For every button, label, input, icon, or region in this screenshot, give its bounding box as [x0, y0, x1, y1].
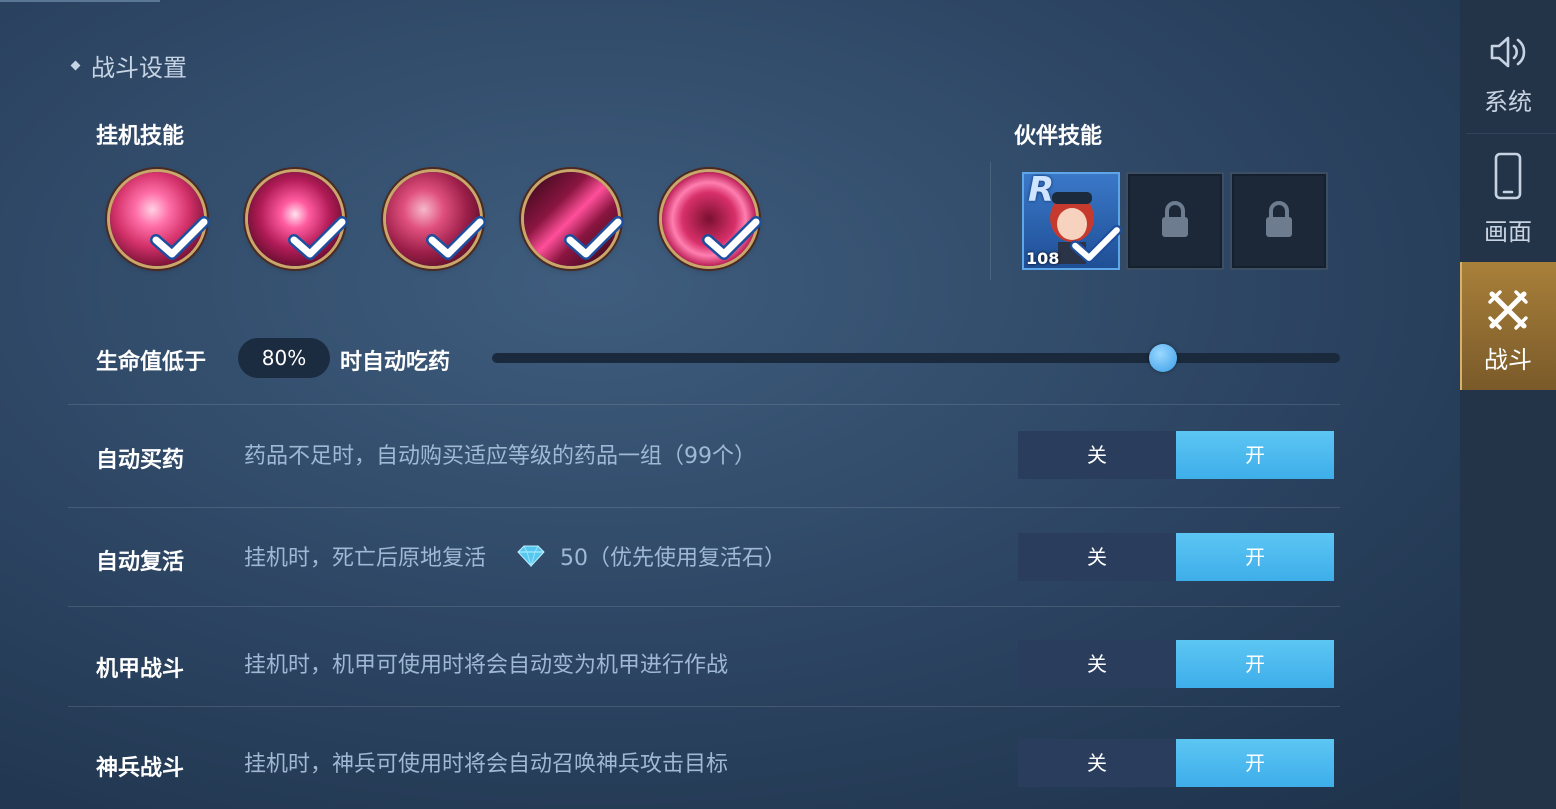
hp-threshold-slider-track[interactable] — [492, 353, 1340, 363]
divine-weapon-battle-desc: 挂机时，神兵可使用时将会自动召唤神兵攻击目标 — [244, 746, 728, 778]
top-accent-line — [0, 0, 160, 2]
check-icon — [564, 216, 624, 260]
section-title-text: 战斗设置 — [91, 54, 187, 82]
toggle-on-button[interactable]: 开 — [1176, 431, 1334, 479]
divine-weapon-battle-desc-text: 挂机时，神兵可使用时将会自动召唤神兵攻击目标 — [244, 752, 729, 777]
check-icon — [426, 216, 486, 260]
row-divider — [68, 404, 1340, 405]
partner-slot-2-locked[interactable] — [1126, 172, 1224, 270]
battle-settings-panel: 战斗设置 挂机技能 伙伴技能 R 108 生命值低于 80% 时自动吃药 自动买… — [0, 0, 1460, 809]
toggle-off-button[interactable]: 关 — [1018, 533, 1176, 581]
toggle-off-button[interactable]: 关 — [1018, 640, 1176, 688]
row-divider — [68, 706, 1340, 707]
hp-threshold-value: 80% — [238, 338, 330, 378]
tab-battle-label: 战斗 — [1484, 346, 1532, 374]
phone-icon — [1494, 152, 1522, 200]
tab-display-label: 画面 — [1484, 218, 1532, 246]
auto-buy-potion-label: 自动买药 — [96, 448, 185, 473]
speaker-icon — [1490, 36, 1526, 68]
revive-cost-text: 50（优先使用复活石） — [560, 546, 787, 571]
settings-sidebar: 系统 画面 战斗 — [1460, 0, 1556, 809]
toggle-on-button[interactable]: 开 — [1176, 640, 1334, 688]
idle-skill-1[interactable] — [110, 172, 210, 266]
partner-level: 108 — [1026, 249, 1060, 268]
hp-threshold-suffix: 时自动吃药 — [340, 350, 451, 375]
tab-battle[interactable]: 战斗 — [1460, 262, 1556, 390]
toggle-off-button[interactable]: 关 — [1018, 431, 1176, 479]
mecha-battle-label: 机甲战斗 — [96, 657, 185, 682]
toggle-off-button[interactable]: 关 — [1018, 739, 1176, 787]
idle-skill-5[interactable] — [662, 172, 762, 266]
auto-buy-potion-desc: 药品不足时，自动购买适应等级的药品一组（99个） — [244, 438, 756, 470]
partner-slot-1[interactable]: R 108 — [1022, 170, 1122, 270]
partner-skills-label: 伙伴技能 — [1014, 124, 1103, 149]
skills-divider — [990, 162, 991, 280]
toggle-on-button[interactable]: 开 — [1176, 533, 1334, 581]
check-icon — [1070, 224, 1122, 264]
auto-revive-toggle[interactable]: 关 开 — [1018, 533, 1334, 581]
auto-buy-potion-desc-text: 药品不足时，自动购买适应等级的药品一组（99个） — [244, 444, 756, 469]
diamond-bullet-icon — [70, 60, 81, 71]
idle-skill-3[interactable] — [386, 172, 486, 266]
diamond-gem-icon — [517, 545, 545, 567]
hp-threshold-slider-thumb[interactable] — [1149, 344, 1177, 372]
mecha-battle-toggle[interactable]: 关 开 — [1018, 640, 1334, 688]
auto-revive-label: 自动复活 — [96, 550, 185, 575]
check-icon — [702, 216, 762, 260]
lock-icon — [1162, 201, 1188, 237]
idle-skill-2[interactable] — [248, 172, 348, 266]
auto-buy-potion-toggle[interactable]: 关 开 — [1018, 431, 1334, 479]
mecha-battle-desc-text: 挂机时，机甲可使用时将会自动变为机甲进行作战 — [244, 653, 729, 678]
auto-revive-desc: 挂机时，死亡后原地复活 50（优先使用复活石） — [244, 540, 786, 572]
check-icon — [288, 216, 348, 260]
divine-weapon-battle-label: 神兵战斗 — [96, 756, 185, 781]
idle-skill-4[interactable] — [524, 172, 624, 266]
tab-system-label: 系统 — [1484, 88, 1532, 116]
partner-slot-3-locked[interactable] — [1230, 172, 1328, 270]
idle-skills-label: 挂机技能 — [96, 124, 185, 149]
row-divider — [68, 507, 1340, 508]
divine-weapon-battle-toggle[interactable]: 关 开 — [1018, 739, 1334, 787]
lock-icon — [1266, 201, 1292, 237]
crossed-swords-icon — [1488, 290, 1528, 330]
auto-revive-desc-text: 挂机时，死亡后原地复活 — [244, 546, 487, 571]
check-icon — [150, 216, 210, 260]
mecha-battle-desc: 挂机时，机甲可使用时将会自动变为机甲进行作战 — [244, 647, 728, 679]
partner-rank: R — [1028, 170, 1055, 210]
toggle-on-button[interactable]: 开 — [1176, 739, 1334, 787]
tab-display[interactable]: 画面 — [1460, 134, 1556, 262]
section-title: 战斗设置 — [70, 48, 187, 83]
tab-system[interactable]: 系统 — [1460, 0, 1556, 128]
row-divider — [68, 606, 1340, 607]
hp-threshold-prefix: 生命值低于 — [96, 350, 207, 375]
